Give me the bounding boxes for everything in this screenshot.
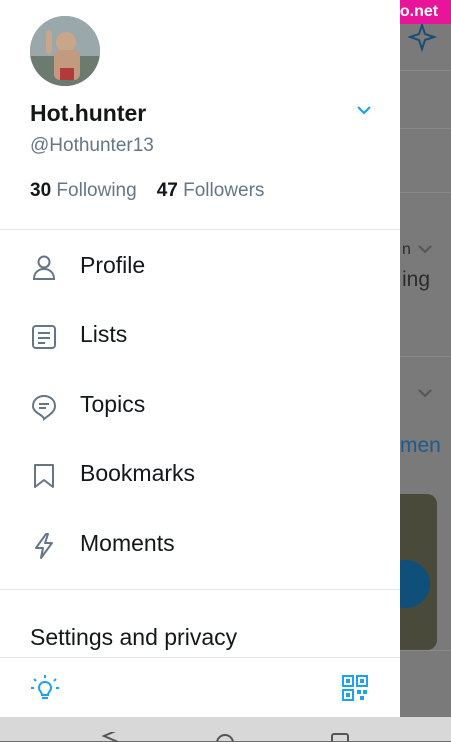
chevron-down-icon[interactable] — [356, 104, 372, 116]
list-icon — [32, 325, 56, 349]
following-link[interactable]: 30 Following — [30, 180, 137, 201]
person-icon — [32, 255, 56, 280]
compose-fab — [400, 560, 430, 608]
followers-label: Followers — [183, 180, 265, 201]
follow-stats: 30 Following 47 Followers — [30, 180, 264, 202]
background-text: ing — [402, 268, 431, 291]
menu-item-label: Moments — [80, 530, 175, 556]
settings-and-privacy-link[interactable]: Settings and privacy — [30, 624, 237, 651]
drawer-bottom-bar — [0, 657, 400, 718]
divider — [0, 589, 400, 590]
profile-name[interactable]: Hot.hunter — [30, 100, 146, 127]
sparkle-icon — [408, 22, 438, 52]
followers-count: 47 — [156, 180, 178, 201]
lightbulb-icon[interactable] — [30, 674, 60, 704]
navigation-drawer: Hot.hunter @Hothunter13 30 Following 47 F… — [0, 0, 400, 718]
menu-item-lists[interactable]: Lists — [0, 305, 400, 365]
lightning-icon — [35, 533, 53, 559]
chevron-down-icon — [418, 245, 432, 254]
system-navigation-bar — [0, 717, 451, 742]
background-media-card — [400, 494, 437, 650]
profile-handle: @Hothunter13 — [30, 135, 154, 156]
followers-link[interactable]: 47 Followers — [157, 180, 265, 201]
background-text-small: n — [402, 241, 411, 258]
background-link: men — [400, 434, 441, 457]
menu-item-topics[interactable]: Topics — [0, 375, 400, 435]
avatar[interactable] — [30, 16, 100, 86]
background-feed: n ing men — [400, 0, 451, 741]
bookmark-icon — [34, 464, 54, 488]
qr-code-icon[interactable] — [341, 674, 369, 702]
topic-icon — [31, 394, 57, 421]
menu-item-moments[interactable]: Moments — [0, 514, 400, 574]
menu-item-label: Topics — [80, 391, 146, 417]
menu-item-profile[interactable]: Profile — [0, 236, 400, 296]
divider — [0, 229, 400, 230]
menu-item-label: Lists — [80, 321, 128, 347]
following-count: 30 — [30, 180, 52, 201]
menu-item-bookmarks[interactable]: Bookmarks — [0, 444, 400, 504]
chevron-down-icon — [418, 389, 432, 398]
avatar-image — [30, 16, 100, 86]
menu-item-label: Profile — [80, 252, 146, 278]
following-label: Following — [56, 180, 137, 201]
menu-item-label: Bookmarks — [80, 460, 196, 486]
